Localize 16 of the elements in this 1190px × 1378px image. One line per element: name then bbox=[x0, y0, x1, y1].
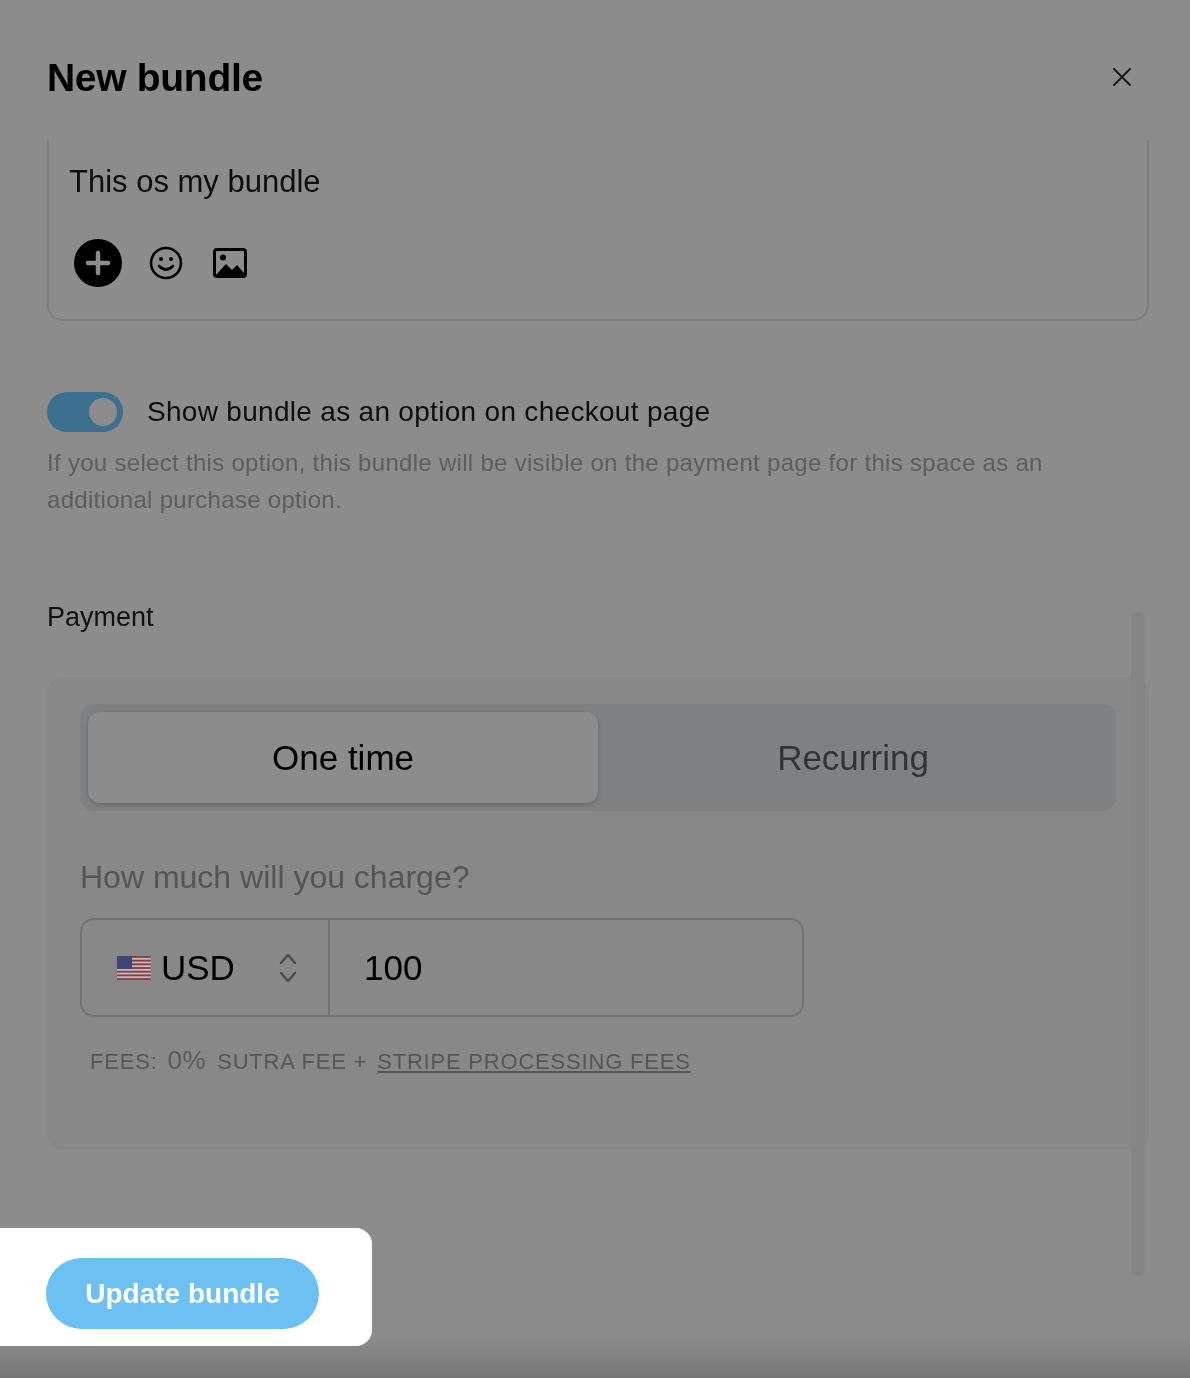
chevron-updown-icon bbox=[278, 951, 297, 984]
currency-select[interactable]: USD bbox=[80, 918, 330, 1017]
dialog-title: New bundle bbox=[47, 55, 263, 101]
description-editor[interactable]: This os my bundle bbox=[47, 140, 1149, 321]
plus-icon[interactable] bbox=[74, 239, 122, 287]
amount-input[interactable]: 100 bbox=[330, 918, 804, 1017]
image-icon[interactable] bbox=[213, 248, 247, 278]
tab[interactable]: One time bbox=[88, 712, 598, 803]
tab[interactable]: Recurring bbox=[598, 712, 1108, 803]
editor-text: This os my bundle bbox=[69, 163, 321, 201]
section-heading: Payment bbox=[47, 601, 154, 633]
toggle-switch[interactable] bbox=[47, 392, 123, 432]
flag-icon bbox=[117, 955, 151, 980]
close-icon[interactable] bbox=[1112, 67, 1132, 87]
toggle-label: Show bundle as an option on checkout page bbox=[147, 396, 711, 428]
smiley-icon[interactable] bbox=[149, 246, 183, 280]
